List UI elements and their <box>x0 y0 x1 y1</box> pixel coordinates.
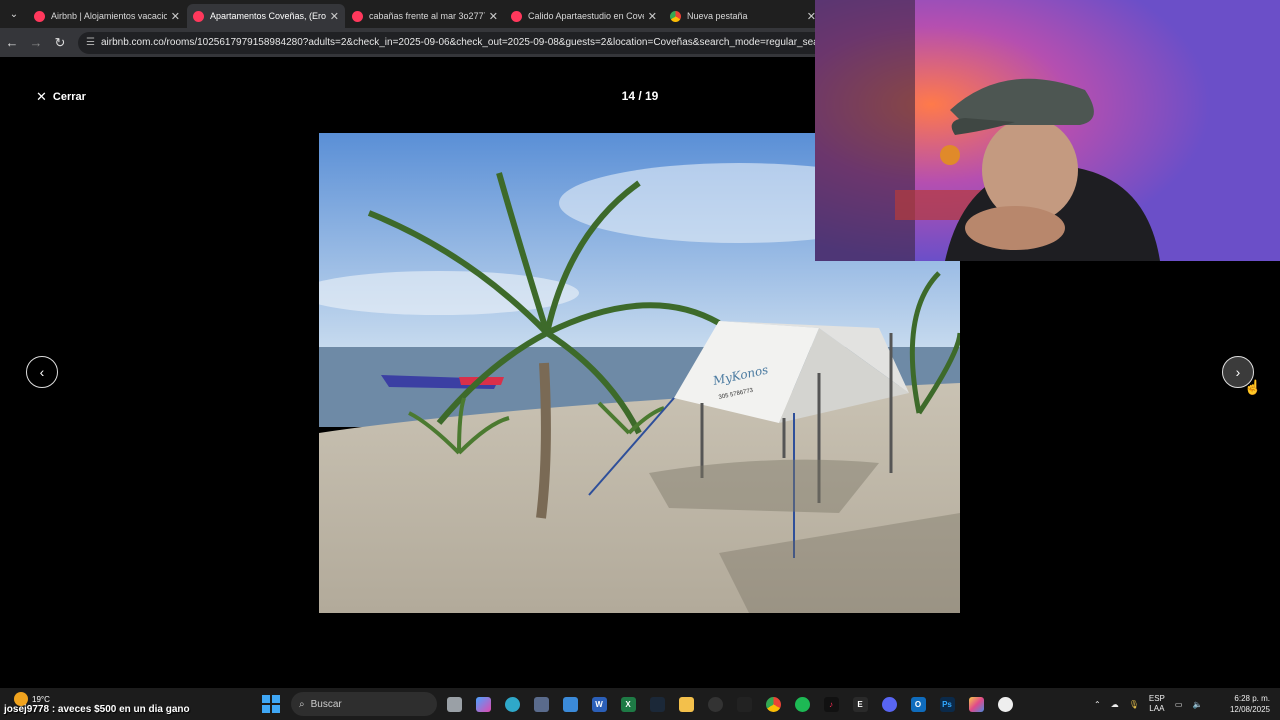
windows-start-icon[interactable] <box>262 695 280 713</box>
microphone-icon[interactable]: 🎙 <box>1129 700 1139 709</box>
lang-bottom: LAA <box>1149 704 1165 713</box>
tab-cabanas[interactable]: cabañas frente al mar 3o2777 ✕ <box>346 4 504 28</box>
back-icon[interactable]: ← <box>0 35 24 50</box>
close-label: Cerrar <box>52 91 86 103</box>
date: 12/08/2025 <box>1229 705 1270 714</box>
chevron-right-icon: › <box>1235 364 1241 380</box>
tab-title: Airbnb | Alojamientos vacacion <box>51 11 167 21</box>
webcam-overlay <box>815 0 1280 261</box>
files-icon[interactable] <box>442 692 466 716</box>
explorer-icon[interactable] <box>674 692 698 716</box>
airbnb-icon <box>352 10 363 22</box>
tab-title: Calido Apartaestudio en Coveñ <box>528 11 644 21</box>
tab-title: cabañas frente al mar 3o2777 <box>369 11 485 21</box>
clock[interactable]: 6:28 p. m. 12/08/2025 <box>1224 693 1270 715</box>
word-icon[interactable]: W <box>587 692 611 716</box>
mail-icon[interactable] <box>558 692 582 716</box>
windows-taskbar: 19°C josej9778 : aveces $500 en un dia g… <box>0 688 1280 720</box>
search-placeholder: Buscar <box>310 698 342 710</box>
close-tab-icon[interactable]: ✕ <box>489 10 498 23</box>
obs-icon[interactable] <box>703 692 727 716</box>
taskbar-apps: ⌕ Buscar W X ♪ E O Ps <box>262 692 1017 716</box>
chatgpt-icon[interactable] <box>993 692 1017 716</box>
network-icon[interactable]: ▭ <box>1175 700 1183 709</box>
reload-icon[interactable]: ↻ <box>48 35 72 51</box>
system-tray: ⌃ ☁ 🎙 ESP LAA ▭ 🔈 <box>1094 692 1202 716</box>
copilot-icon[interactable] <box>471 692 495 716</box>
chevron-up-icon[interactable]: ⌃ <box>1094 700 1101 709</box>
close-button[interactable]: ✕ Cerrar <box>36 89 86 105</box>
close-tab-icon[interactable]: ✕ <box>171 10 180 23</box>
tab-title: Nueva pestaña <box>687 11 748 21</box>
time: 6:28 p. m. <box>1234 694 1270 703</box>
capcut-icon[interactable] <box>732 692 756 716</box>
steam-icon[interactable] <box>645 692 669 716</box>
chrome-icon <box>670 10 681 22</box>
hand-cursor-icon: ☝ <box>1244 379 1262 395</box>
spotify-icon[interactable] <box>790 692 814 716</box>
close-icon: ✕ <box>36 89 47 104</box>
photo-counter: 14 / 19 <box>621 89 659 103</box>
airbnb-icon <box>193 10 204 22</box>
taskbar-search[interactable]: ⌕ Buscar <box>291 692 437 716</box>
outlook-icon[interactable]: O <box>906 692 930 716</box>
tab-calido[interactable]: Calido Apartaestudio en Coveñ ✕ <box>505 4 663 28</box>
cloud-icon[interactable]: ☁ <box>1111 700 1119 709</box>
url-text: airbnb.com.co/rooms/1025617979158984280?… <box>100 37 864 48</box>
tab-search-icon[interactable]: ⌄ <box>0 0 28 28</box>
close-tab-icon[interactable]: ✕ <box>648 10 657 23</box>
lang-top: ESP <box>1148 694 1165 703</box>
forward-icon[interactable]: → <box>24 35 48 50</box>
stream-chat-overlay: josej9778 : aveces $500 en un dia gano <box>4 704 190 715</box>
epic-icon[interactable]: E <box>848 692 872 716</box>
previous-photo-button[interactable]: ‹ <box>26 356 58 388</box>
photoshop-icon[interactable]: Ps <box>935 692 959 716</box>
language-indicator[interactable]: ESP LAA <box>1149 694 1165 714</box>
temperature: 19°C <box>32 694 50 704</box>
airbnb-icon <box>34 10 45 22</box>
tab-apartamentos[interactable]: Apartamentos Coveñas, (Eros) ✕ <box>187 4 345 28</box>
site-info-icon[interactable]: ☰ <box>86 37 95 48</box>
tab-title: Apartamentos Coveñas, (Eros) <box>210 11 326 21</box>
close-tab-icon[interactable]: ✕ <box>330 10 339 23</box>
store-icon[interactable] <box>529 692 553 716</box>
airbnb-icon <box>511 10 522 22</box>
tab-new[interactable]: Nueva pestaña ✕ <box>664 4 822 28</box>
search-icon: ⌕ <box>299 698 305 710</box>
discord-icon[interactable] <box>877 692 901 716</box>
edge-icon[interactable] <box>500 692 524 716</box>
chevron-left-icon: ‹ <box>39 364 45 380</box>
chrome-icon[interactable] <box>761 692 785 716</box>
tab-airbnb-home[interactable]: Airbnb | Alojamientos vacacion ✕ <box>28 4 186 28</box>
tiktok-icon[interactable]: ♪ <box>819 692 843 716</box>
app-icon[interactable] <box>964 692 988 716</box>
volume-icon[interactable]: 🔈 <box>1192 700 1202 709</box>
excel-icon[interactable]: X <box>616 692 640 716</box>
